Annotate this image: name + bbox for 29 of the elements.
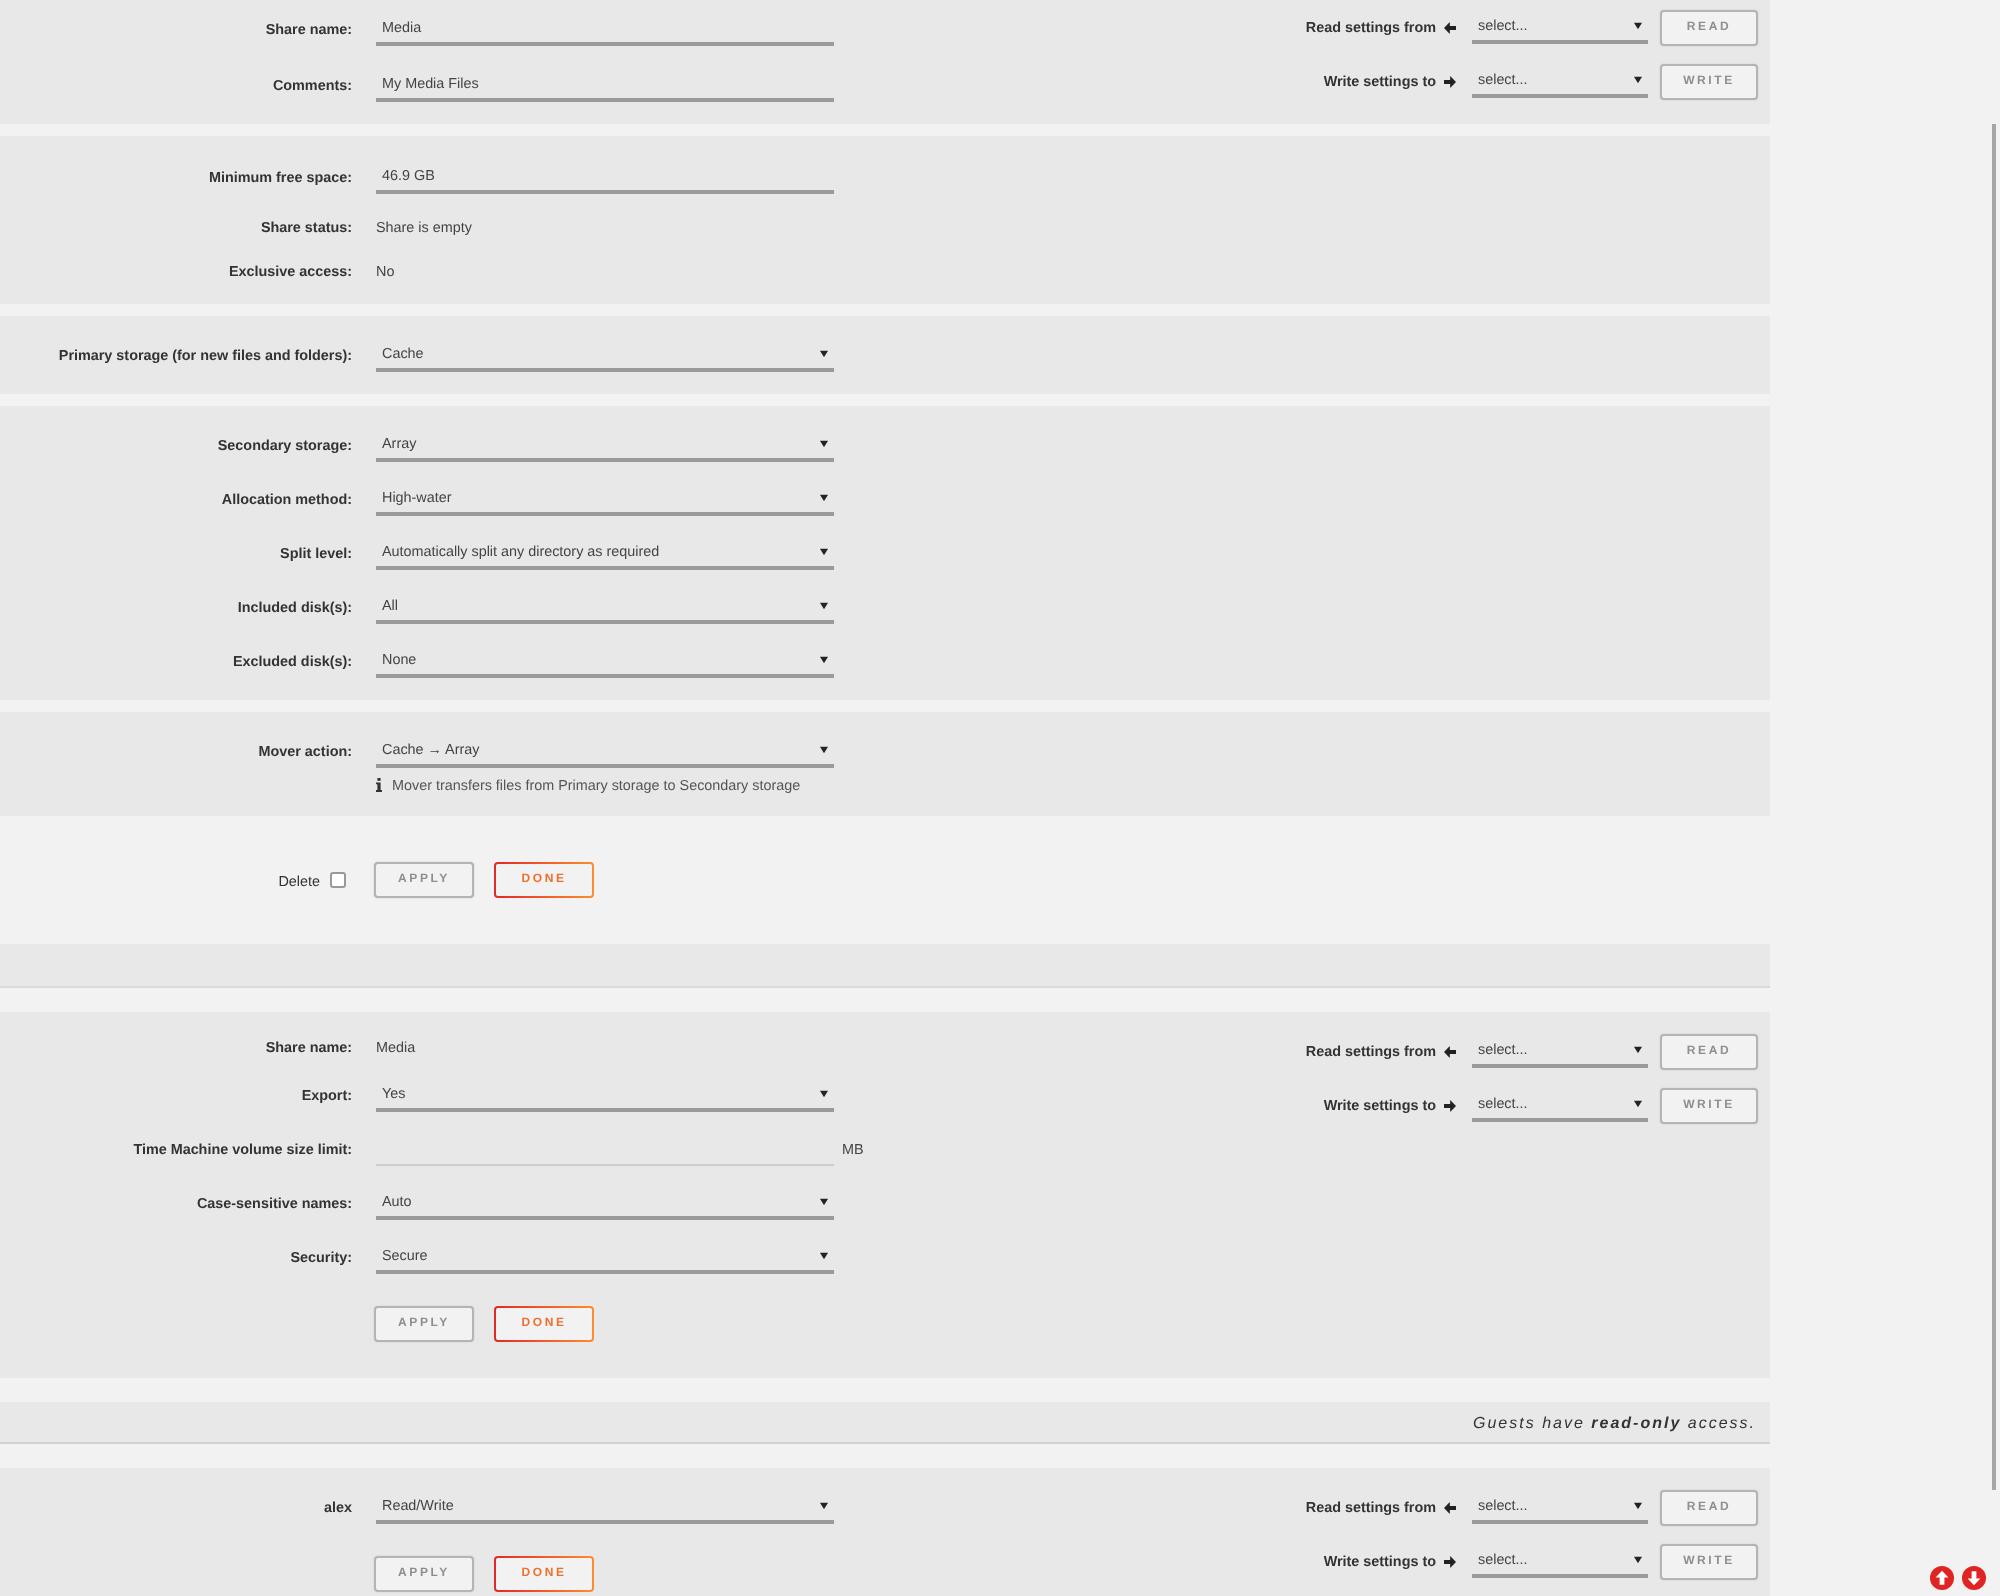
caret-icon (1634, 21, 1642, 29)
left-arrow-icon (1444, 1045, 1456, 1057)
delete-checkbox[interactable] (330, 872, 346, 888)
caret-icon (820, 349, 828, 357)
scroll-up-icon[interactable] (1930, 1566, 1954, 1590)
caret-icon (1634, 1099, 1642, 1107)
caret-icon (820, 1251, 828, 1259)
caret-icon (820, 1197, 828, 1205)
caret-icon (820, 1501, 828, 1509)
caret-icon (820, 439, 828, 447)
scroll-down-icon[interactable] (1962, 1566, 1986, 1590)
caret-icon (1634, 1555, 1642, 1563)
caret-icon (820, 1089, 828, 1097)
right-arrow-icon (1444, 1099, 1456, 1111)
caret-icon (1634, 1045, 1642, 1053)
left-arrow-icon (1444, 21, 1456, 33)
caret-icon (820, 493, 828, 501)
notice-text: Guests have read-only access. (1473, 1413, 1756, 1431)
info-icon (376, 777, 382, 791)
scrollbar-thumb[interactable] (1992, 124, 1996, 1490)
caret-icon (820, 547, 828, 555)
right-arrow-icon (1444, 1555, 1456, 1567)
left-arrow-icon (1444, 1501, 1456, 1513)
right-arrow-icon (1444, 75, 1456, 87)
caret-icon (820, 655, 828, 663)
caret-icon (1634, 1501, 1642, 1509)
caret-icon (820, 745, 828, 753)
caret-icon (1634, 75, 1642, 83)
caret-icon (820, 601, 828, 609)
